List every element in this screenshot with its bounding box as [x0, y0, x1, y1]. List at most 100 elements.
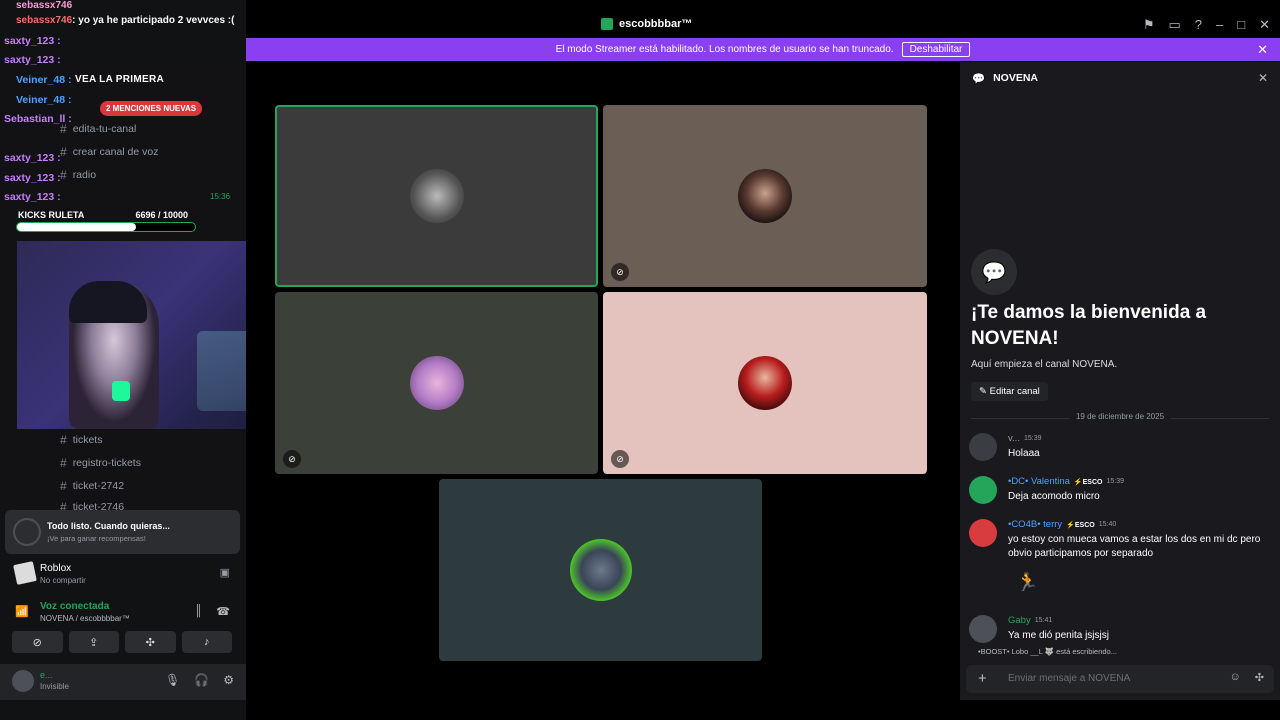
headphones-icon[interactable]: 🎧	[194, 673, 209, 687]
overlay-chat-user: sebassx746	[16, 0, 73, 11]
message-author[interactable]: •CO4B• terry	[1008, 519, 1062, 530]
mic-icon[interactable]: 🎙	[165, 673, 180, 687]
message-header: v... 15:39	[1008, 433, 1042, 444]
video-tile[interactable]: ⊘	[275, 292, 598, 474]
screen-share-icon[interactable]: ▣	[220, 566, 230, 579]
channel-registro-tickets[interactable]: # registro-tickets	[60, 456, 141, 470]
activity-title: Todo listo. Cuando quieras...	[47, 521, 170, 531]
activities-button[interactable]: ✣	[125, 631, 176, 653]
overlay-time: 15:36	[210, 192, 231, 201]
channel-label: ticket-2742	[72, 480, 125, 492]
avatar[interactable]	[969, 433, 997, 461]
goal-progress-fill	[17, 223, 137, 231]
message-author[interactable]: •DC• Valentina	[1008, 476, 1070, 487]
message-author[interactable]: v...	[1008, 433, 1020, 444]
avatar[interactable]	[12, 670, 34, 692]
disconnect-icon[interactable]: ☎	[216, 605, 230, 618]
video-tile[interactable]: ⊘	[603, 105, 927, 287]
roblox-icon	[13, 561, 37, 585]
avatar[interactable]	[969, 615, 997, 643]
edit-channel-button[interactable]: ✎ Editar canal	[971, 382, 1048, 401]
emoji-icon[interactable]: ☺	[1230, 671, 1241, 684]
message-input[interactable]: Enviar mensaje a NOVENA	[1008, 673, 1130, 684]
text-channel-icon: #	[60, 456, 67, 470]
gear-icon[interactable]: ⚙	[223, 673, 234, 687]
maximize-icon[interactable]: □	[1237, 17, 1245, 33]
user-status: Invisible	[40, 682, 69, 691]
help-icon[interactable]: ?	[1195, 17, 1202, 33]
date-divider-label: 19 de diciembre de 2025	[1069, 412, 1171, 421]
message-author[interactable]: Gaby	[1008, 615, 1031, 626]
mentions-pill[interactable]: 2 MENCIONES NUEVAS	[100, 101, 203, 116]
overlay-chat-line: sebassx746	[16, 0, 72, 11]
app-title: escobbbbar™	[601, 18, 692, 30]
message-time: 15:39	[1023, 435, 1042, 442]
webcam-mic	[112, 381, 130, 401]
apps-icon[interactable]: ✣	[1255, 671, 1264, 684]
channel-label: tickets	[72, 434, 103, 446]
channel-tickets[interactable]: # tickets	[60, 433, 102, 447]
overlay-chat-text: : yo ya he participado 2 vevvces :(	[72, 15, 235, 26]
message-body: yo estoy con mueca vamos a estar los dos…	[1008, 534, 1261, 559]
voice-action-buttons: ⊘ ⇪ ✣ ♪	[12, 631, 232, 653]
participant-avatar	[738, 169, 792, 223]
message-body: Ya me dió penita jsjsjsj	[1008, 630, 1109, 641]
overlay-chat-user: Veiner_48 :	[16, 94, 72, 106]
message-composer[interactable]: + Enviar mensaje a NOVENA ☺ ✣	[966, 665, 1274, 693]
participant-avatar	[409, 356, 464, 410]
goal-title: KICKS RULETA	[18, 210, 85, 220]
app-root: VEA LA PRIMERA 2 MENCIONES NUEVAS # edit…	[0, 0, 1280, 720]
share-screen-button[interactable]: ⇪	[68, 631, 119, 653]
camera-off-button[interactable]: ⊘	[12, 631, 63, 653]
message-header: •DC• Valentina ⚡ESCO 15:39	[1008, 476, 1124, 487]
chat-panel: 💬 NOVENA ✕ 💬 ¡Te damos la bienvenida a N…	[960, 62, 1280, 700]
avatar[interactable]	[969, 476, 997, 504]
typing-indicator: •BOOST• Lobo __L 🐺 está escribiendo...	[978, 647, 1117, 656]
disable-streamer-button[interactable]: Deshabilitar	[901, 42, 971, 57]
activity-panel[interactable]: Todo listo. Cuando quieras... ¡Ve para g…	[5, 510, 240, 554]
participant-avatar	[738, 356, 792, 410]
text-channel-icon: #	[60, 145, 67, 159]
video-tile[interactable]	[439, 479, 762, 661]
mic-muted-icon: ⊘	[611, 450, 629, 468]
overlay-chat-user: sebassx746	[16, 15, 73, 26]
plus-icon[interactable]: +	[978, 670, 987, 687]
sticker-icon: 🏃	[1016, 572, 1039, 592]
avatar[interactable]	[969, 519, 997, 547]
sidebar: VEA LA PRIMERA 2 MENCIONES NUEVAS # edit…	[0, 0, 348, 720]
channel-radio[interactable]: # radio	[60, 168, 96, 182]
participant-avatar	[569, 539, 632, 601]
activity-subtitle: ¡Ve para ganar recompensas!	[47, 534, 146, 543]
pin-icon[interactable]: ⚑	[1143, 17, 1155, 33]
close-icon[interactable]: ✕	[1259, 17, 1270, 33]
close-icon[interactable]: ✕	[1258, 71, 1268, 85]
inbox-icon[interactable]: ▭	[1168, 17, 1180, 33]
minimize-icon[interactable]: –	[1216, 17, 1223, 33]
close-icon[interactable]: ✕	[1257, 42, 1268, 58]
soundboard-button[interactable]: ♪	[181, 631, 232, 653]
app-title-text: escobbbbar™	[619, 18, 693, 30]
title-bar: escobbbbar™ ⚑ ▭ ? – □ ✕	[246, 12, 1280, 38]
voice-channel-label[interactable]: NOVENA / escobbbbar™	[40, 614, 130, 623]
noise-suppression-icon[interactable]: ║	[195, 605, 203, 618]
text-channel-icon: #	[60, 168, 67, 182]
channel-label: crear canal de voz	[72, 146, 159, 158]
goal-progress-bar	[16, 222, 196, 232]
guild-tag: ⚡ESCO	[1066, 521, 1095, 529]
chat-bubble-icon: 💬	[971, 249, 1017, 295]
channel-label: edita-tu-canal	[72, 123, 137, 135]
category-header[interactable]: VEA LA PRIMERA	[75, 74, 164, 85]
video-tile[interactable]	[275, 105, 598, 287]
channel-crear-canal-de-voz[interactable]: # crear canal de voz	[60, 145, 158, 159]
voice-connected-label: Voz conectada	[40, 601, 110, 612]
channel-label: registro-tickets	[72, 457, 141, 469]
server-icon	[601, 18, 613, 30]
overlay-chat-user: saxty_123 :	[4, 191, 61, 203]
video-tile[interactable]: ⊘	[603, 292, 927, 474]
composer-actions: ☺ ✣	[1230, 671, 1264, 684]
text-channel-icon: #	[60, 479, 67, 493]
channel-ticket-2742[interactable]: # ticket-2742	[60, 479, 124, 493]
game-status: No compartir	[40, 576, 86, 585]
overlay-chat-line: sebassx746: yo ya he participado 2 vevvc…	[16, 15, 234, 26]
game-activity[interactable]: Roblox No compartir ▣	[5, 556, 240, 594]
